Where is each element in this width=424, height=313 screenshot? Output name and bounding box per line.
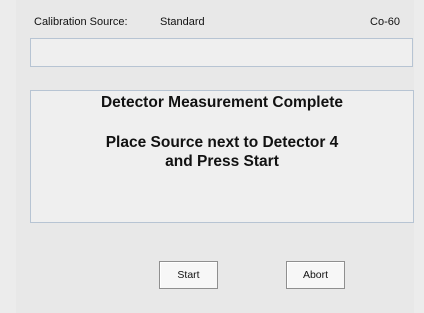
start-button[interactable]: Start [159,261,218,289]
message-title: Detector Measurement Complete [100,94,344,111]
message-line-2: and Press Start [165,153,279,170]
abort-button[interactable]: Abort [286,261,345,289]
calibration-header: Calibration Source: Standard Co-60 [34,14,400,30]
calibration-window: Calibration Source: Standard Co-60 Detec… [16,0,414,313]
isotope-label: Co-60 [370,16,400,28]
message-panel: Detector Measurement Complete Place Sour… [30,90,414,223]
calibration-source-value: Standard [160,16,205,28]
message-line-1: Place Source next to Detector 4 [105,134,339,151]
status-field [30,38,413,67]
calibration-source-label: Calibration Source: [34,16,128,28]
